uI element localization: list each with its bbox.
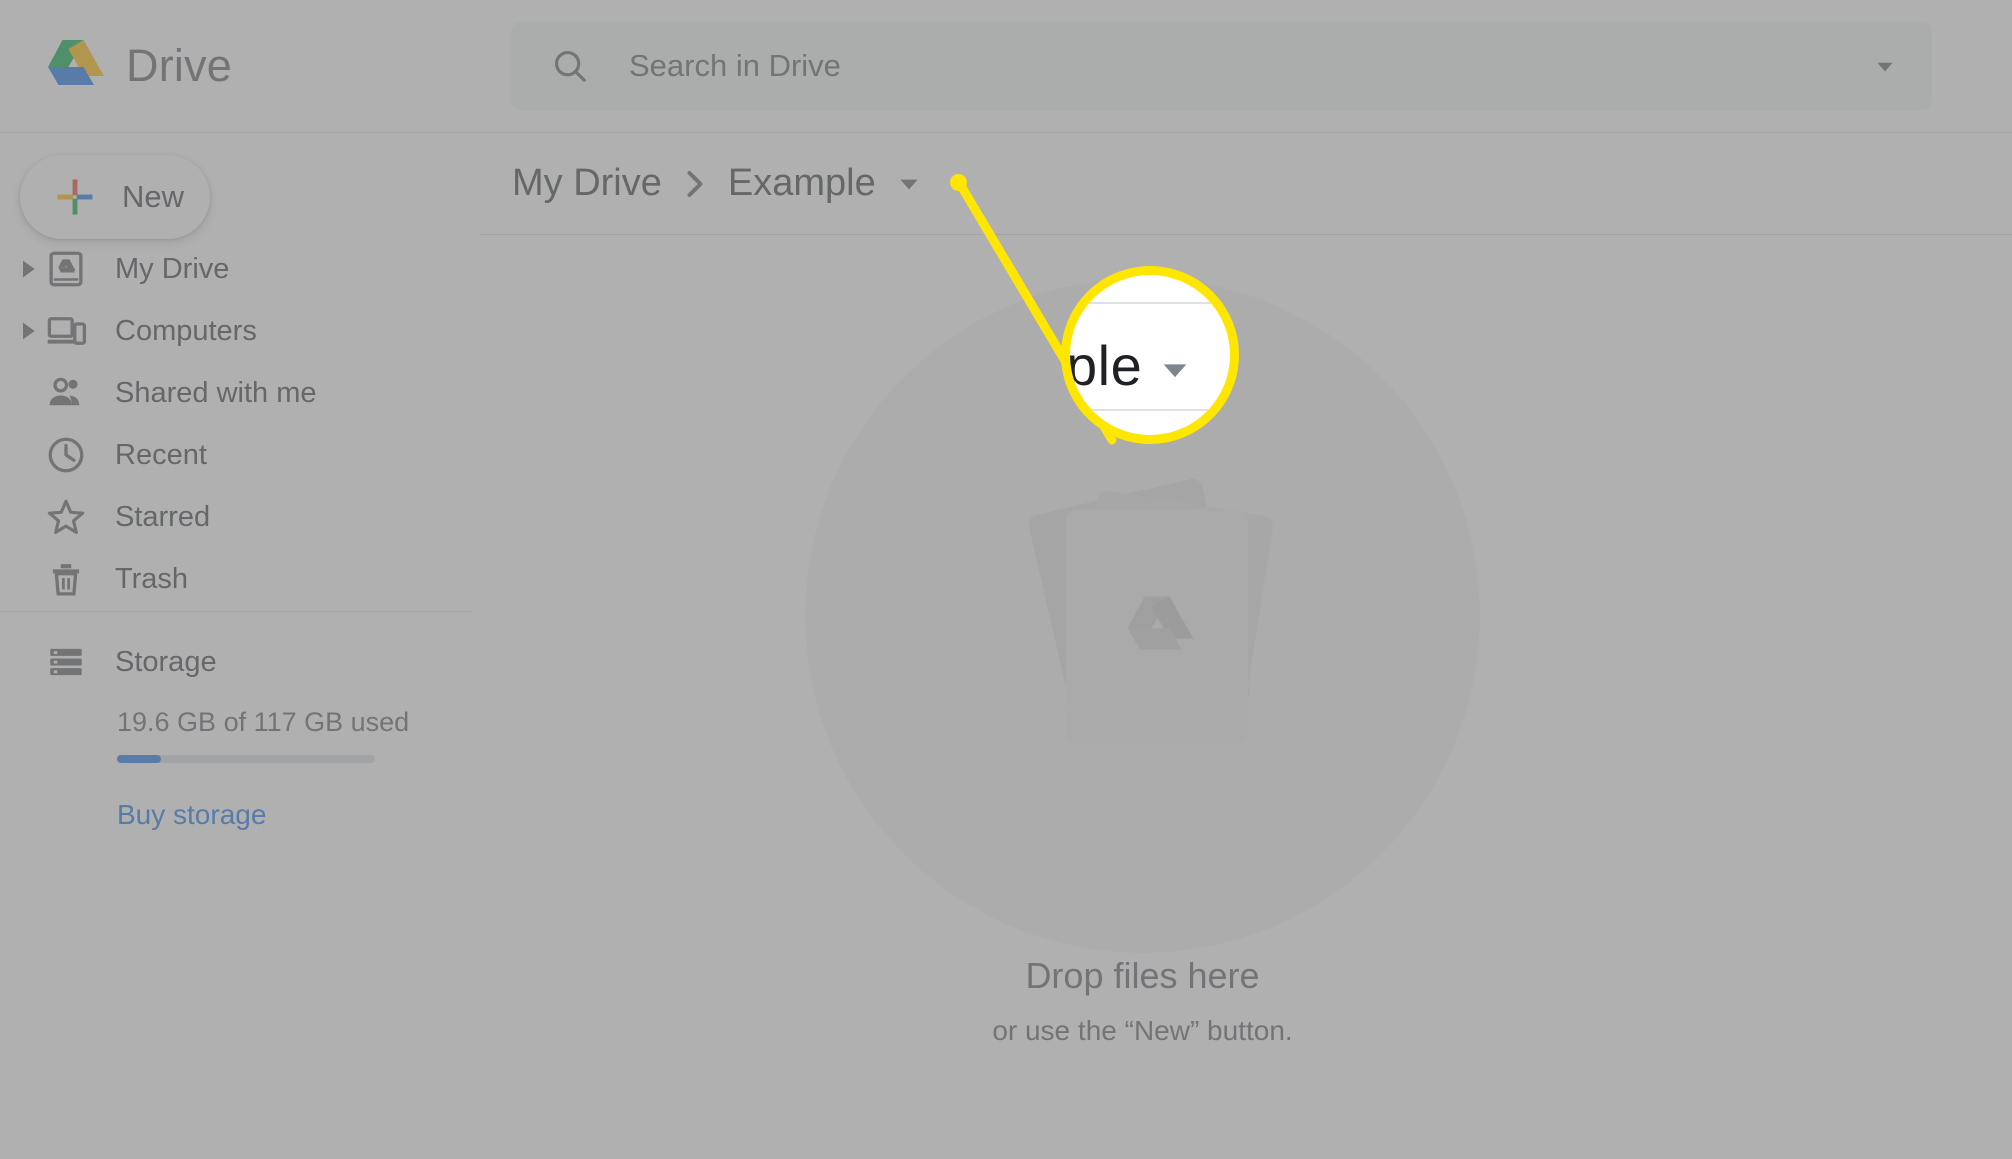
search-input[interactable]: Search in Drive (629, 48, 1872, 84)
search-bar[interactable]: Search in Drive (511, 22, 1932, 110)
brand-title: Drive (126, 40, 233, 91)
sidebar-item-trash[interactable]: Trash (0, 548, 480, 610)
clock-icon (48, 437, 84, 473)
storage-usage-text: 19.6 GB of 117 GB used (117, 707, 410, 737)
sidebar-item-label: Trash (115, 562, 189, 595)
sidebar: New My Drive Computers Shared with me Re… (0, 133, 480, 1159)
breadcrumb: My Drive Example (512, 133, 922, 234)
search-icon (555, 50, 586, 82)
drive-glyph-icon (1127, 596, 1194, 650)
storage-icon (50, 648, 82, 676)
sidebar-item-recent[interactable]: Recent (0, 424, 480, 486)
sidebar-item-label: Computers (115, 314, 257, 347)
star-icon (47, 499, 85, 534)
sidebar-item-label: Recent (115, 438, 207, 471)
storage-header[interactable]: Storage (0, 631, 480, 693)
empty-state-subtitle: or use the “New” button. (992, 1015, 1293, 1046)
sidebar-nav: My Drive Computers Shared with me Recent… (0, 238, 480, 610)
screen: Drive Search in Drive New My Drive Compu… (0, 0, 2012, 1159)
sidebar-divider (0, 611, 472, 612)
chevron-down-icon[interactable] (1872, 53, 1898, 79)
new-button-label: New (122, 179, 185, 214)
storage-progress-fill (117, 755, 161, 763)
storage-label: Storage (115, 645, 217, 678)
file-card-front (1066, 510, 1248, 744)
drive-logo-icon (48, 40, 104, 85)
chevron-right-icon (687, 170, 703, 197)
empty-state-title: Drop files here (1025, 955, 1260, 996)
trash-icon (52, 564, 80, 596)
drive-app: Drive Search in Drive New My Drive Compu… (0, 0, 2012, 1159)
empty-state-illustration (1026, 476, 1275, 748)
breadcrumb-current[interactable]: Example (728, 162, 876, 205)
breadcrumb-root[interactable]: My Drive (512, 162, 662, 205)
sidebar-item-starred[interactable]: Starred (0, 486, 480, 548)
sidebar-item-computers[interactable]: Computers (0, 300, 480, 362)
sidebar-item-my-drive[interactable]: My Drive (0, 238, 480, 300)
expand-triangle-icon[interactable] (18, 259, 38, 279)
computers-icon (47, 317, 87, 345)
storage-section: Storage 19.6 GB of 117 GB used Buy stora… (0, 631, 480, 830)
app-header: Drive Search in Drive (0, 0, 2012, 133)
buy-storage-link[interactable]: Buy storage (117, 799, 266, 831)
brand[interactable]: Drive (0, 38, 510, 94)
content-divider (480, 234, 2012, 235)
sidebar-item-shared-with-me[interactable]: Shared with me (0, 362, 480, 424)
new-button[interactable]: New (20, 155, 210, 239)
storage-progress-track (117, 755, 375, 763)
expand-triangle-icon[interactable] (18, 321, 38, 341)
search-box[interactable]: Search in Drive (511, 22, 1932, 110)
shared-with-me-icon (49, 377, 80, 406)
dropdown-triangle-icon[interactable] (896, 171, 922, 197)
main-content: My Drive Example Drop files here or use … (480, 133, 2012, 1159)
sidebar-item-label: Starred (115, 500, 211, 533)
my-drive-icon (49, 251, 83, 287)
sidebar-item-label: My Drive (115, 252, 230, 285)
plus-icon (57, 179, 93, 215)
sidebar-item-label: Shared with me (115, 376, 317, 409)
